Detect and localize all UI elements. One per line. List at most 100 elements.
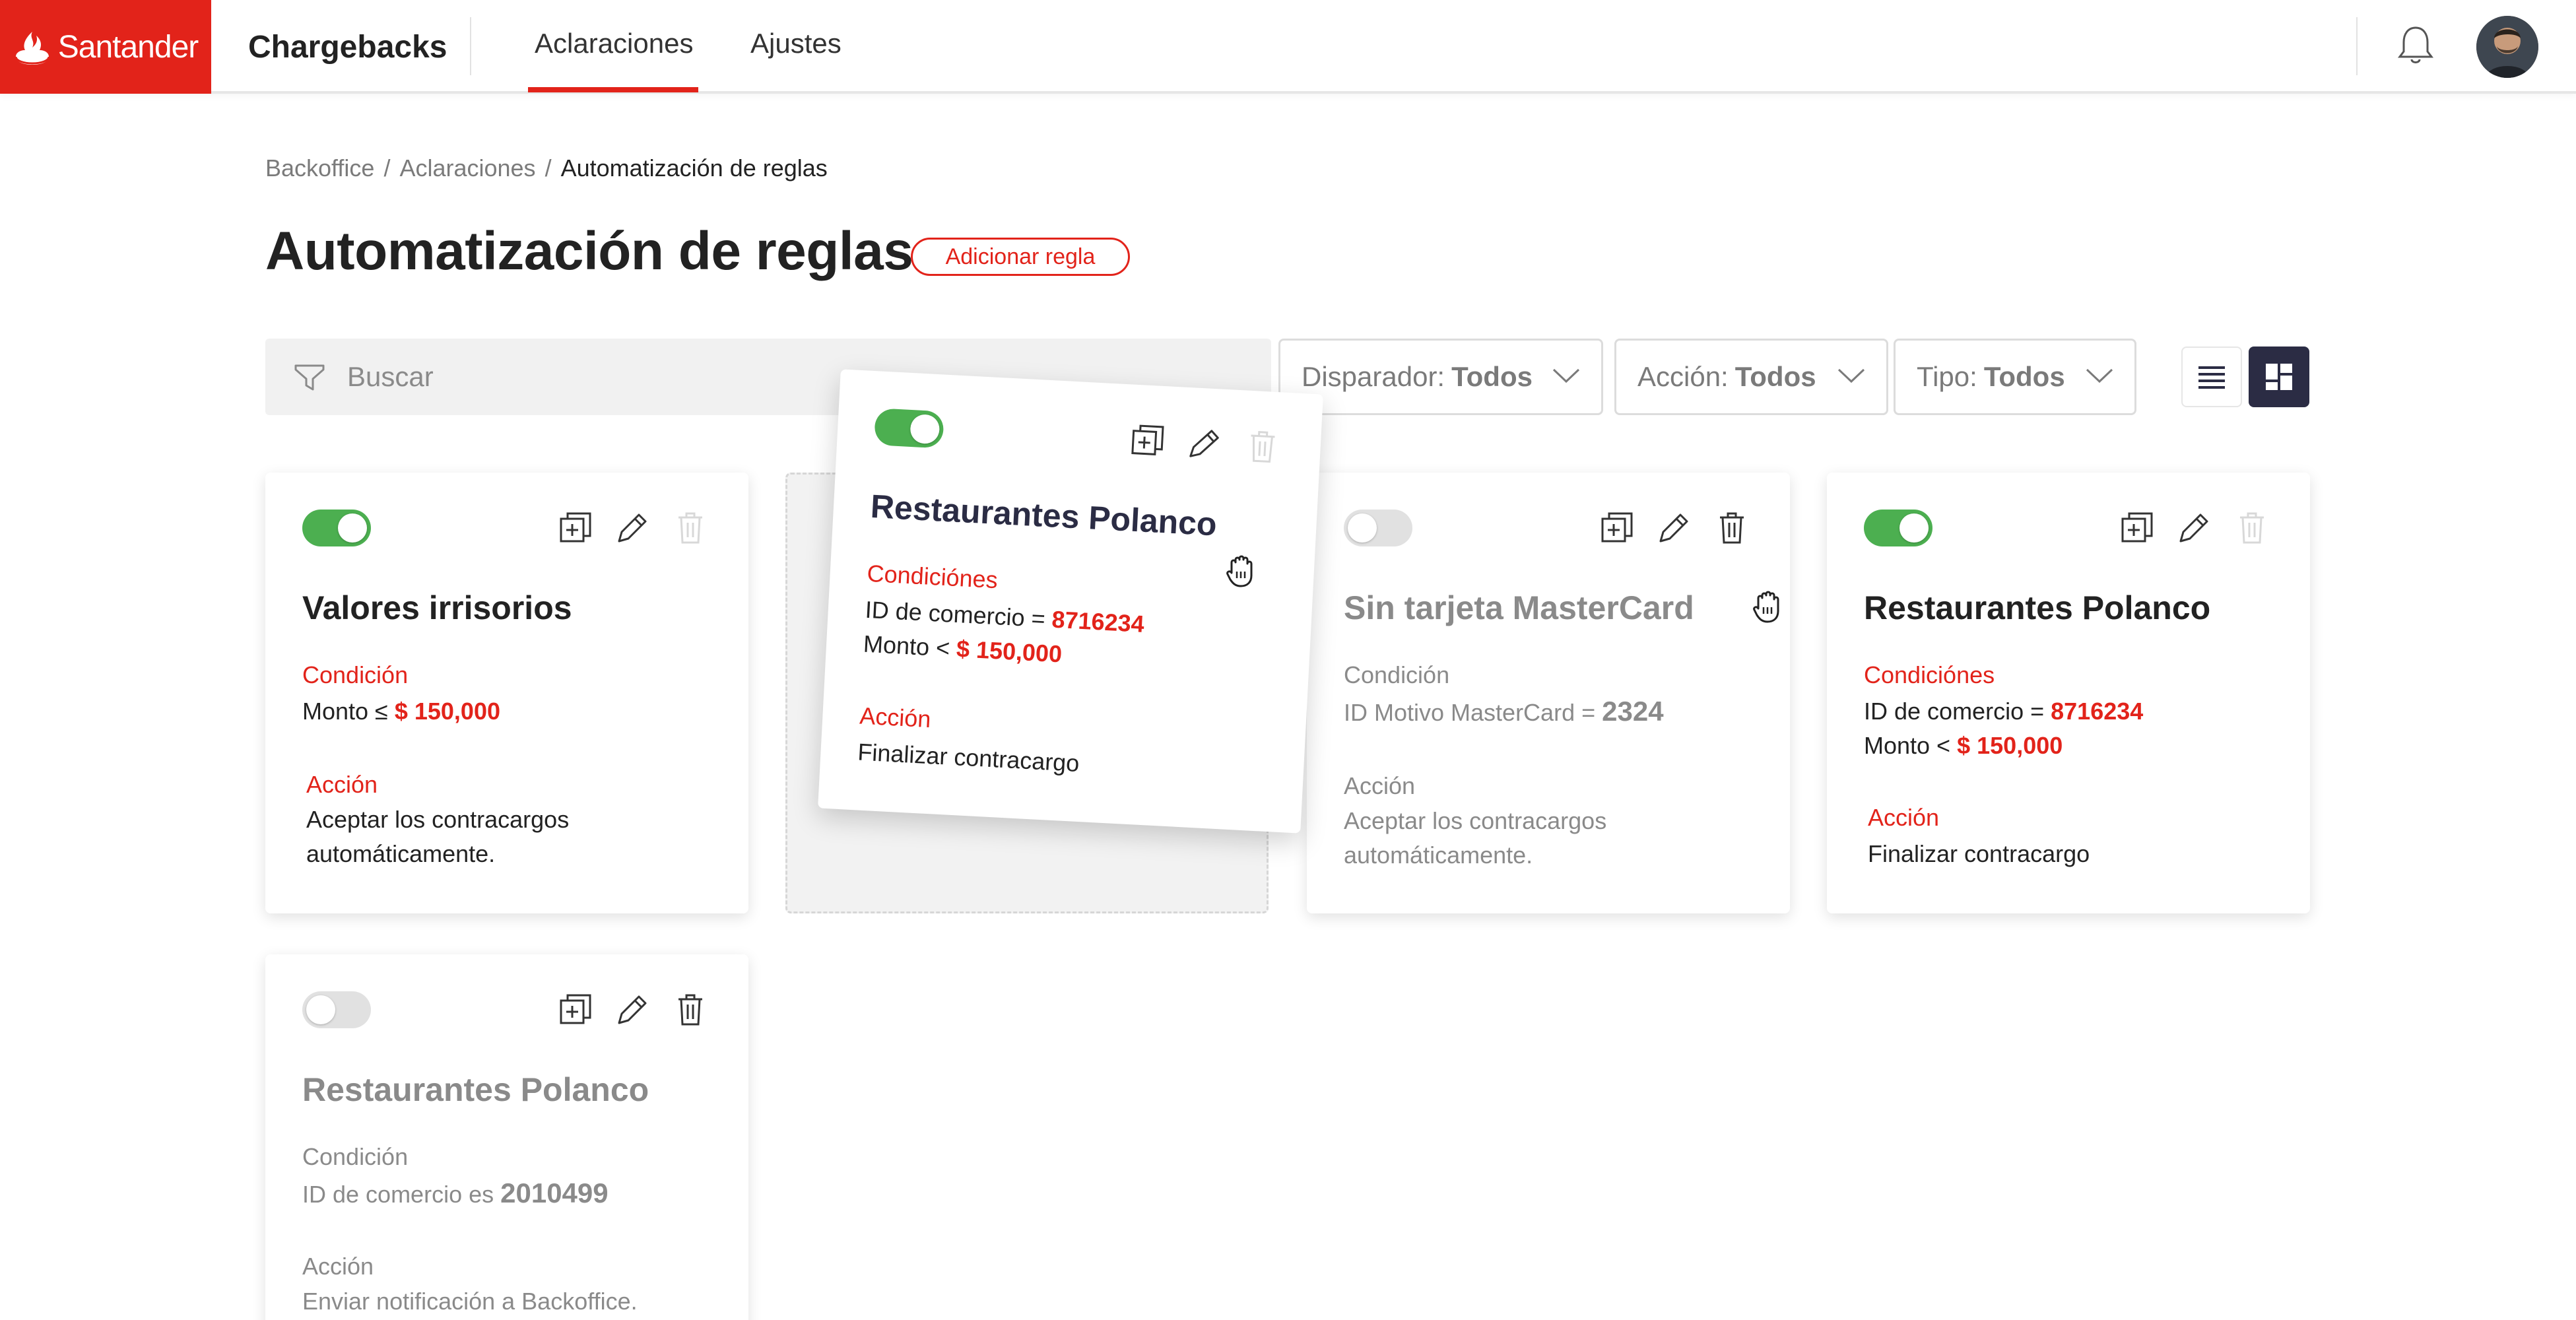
- condition-text: ID Motivo MasterCard = 2324: [1344, 694, 1664, 730]
- toggle-knob: [909, 413, 941, 445]
- condition-label: Condición: [302, 661, 409, 688]
- app-name: Chargebacks: [248, 30, 447, 65]
- toggle-knob: [1899, 513, 1929, 543]
- chevron-down-icon: [2086, 368, 2113, 383]
- trigger-filter-dropdown[interactable]: Disparador: Todos: [1278, 339, 1603, 415]
- rule-title: Valores irrisorios: [302, 589, 572, 626]
- action-text-line: Aceptar los contracargos: [306, 806, 570, 833]
- tab-ajustes[interactable]: Ajustes: [750, 28, 842, 59]
- rule-card[interactable]: Sin tarjeta MasterCard Condición ID Moti…: [1307, 473, 1790, 913]
- rule-enabled-toggle[interactable]: [1864, 510, 1932, 546]
- chevron-down-icon: [1837, 368, 1865, 383]
- grid-view-button[interactable]: [2249, 346, 2309, 407]
- duplicate-icon[interactable]: [1597, 508, 1637, 548]
- action-text-line: Aceptar los contracargos: [1344, 807, 1607, 834]
- condition-label: Condiciónes: [1864, 661, 1995, 688]
- grab-cursor-icon: [1226, 555, 1253, 587]
- breadcrumb-item-current: Automatización de reglas: [560, 154, 828, 182]
- trash-icon[interactable]: [671, 990, 710, 1030]
- type-filter-dropdown[interactable]: Tipo: Todos: [1894, 339, 2136, 415]
- duplicate-icon[interactable]: [2117, 508, 2157, 548]
- breadcrumb-separator: /: [383, 154, 391, 182]
- condition-operator: Monto ≤: [302, 698, 388, 725]
- header-divider-right: [2356, 17, 2358, 75]
- condition-operator: ID de comercio =: [864, 595, 1046, 633]
- rule-card[interactable]: Restaurantes Polanco Condición ID de com…: [265, 954, 748, 1320]
- rule-enabled-toggle[interactable]: [1344, 510, 1412, 546]
- duplicate-icon[interactable]: [1127, 420, 1168, 461]
- page-title: Automatización de reglas: [265, 221, 913, 281]
- condition-line: Monto < $ 150,000: [1864, 729, 2143, 763]
- type-filter-label: Tipo:: [1917, 361, 1977, 392]
- user-avatar[interactable]: [2476, 16, 2538, 78]
- action-label: Acción: [859, 702, 932, 733]
- condition-text: ID de comercio = 8716234 Monto < $ 150,0…: [1864, 694, 2143, 763]
- trash-icon: [2240, 512, 2264, 544]
- edit-pencil-icon[interactable]: [2174, 508, 2214, 548]
- action-text: Enviar notificación a Backoffice.: [302, 1288, 638, 1315]
- rule-enabled-toggle[interactable]: [302, 510, 371, 546]
- condition-operator: ID Motivo MasterCard =: [1344, 699, 1596, 726]
- search-placeholder: Buscar: [347, 361, 434, 392]
- action-label: Acción: [1344, 772, 1416, 799]
- action-label: Acción: [1868, 804, 1940, 831]
- condition-operator: ID de comercio es: [302, 1181, 494, 1208]
- toggle-knob: [306, 995, 335, 1024]
- list-view-button[interactable]: [2181, 346, 2242, 407]
- trash-icon: [678, 512, 702, 544]
- breadcrumb-item-backoffice[interactable]: Backoffice: [265, 154, 374, 182]
- action-text: Aceptar los contracargos automáticamente…: [1344, 804, 1606, 873]
- toggle-knob: [1348, 513, 1377, 543]
- action-filter-value: Todos: [1734, 361, 1816, 392]
- action-text: Finalizar contracargo: [1868, 840, 2090, 867]
- chevron-down-icon: [1552, 368, 1580, 383]
- header-divider: [470, 17, 471, 75]
- condition-value: $ 150,000: [394, 698, 500, 725]
- condition-value: 2010499: [500, 1177, 609, 1208]
- brand-logo[interactable]: Santander: [0, 0, 211, 94]
- trigger-filter-label: Disparador:: [1302, 361, 1445, 392]
- rule-card[interactable]: Valores irrisorios Condición Monto ≤ $ 1…: [265, 473, 748, 913]
- action-text: Finalizar contracargo: [857, 738, 1080, 777]
- breadcrumb-item-aclaraciones[interactable]: Aclaraciones: [399, 154, 535, 182]
- rule-enabled-toggle[interactable]: [873, 408, 944, 449]
- rule-card-dragging[interactable]: Restaurantes Polanco Condiciónes ID de c…: [818, 369, 1323, 834]
- brand-name: Santander: [57, 29, 199, 65]
- condition-line: ID de comercio = 8716234: [1864, 694, 2143, 729]
- condition-value: $ 150,000: [1957, 732, 2063, 759]
- rule-title: Restaurantes Polanco: [302, 1071, 649, 1108]
- edit-pencil-icon[interactable]: [612, 508, 652, 548]
- top-navigation-bar: Santander Chargebacks Aclaraciones Ajust…: [0, 0, 2576, 94]
- tab-aclaraciones[interactable]: Aclaraciones: [535, 28, 693, 59]
- condition-operator: Monto <: [863, 630, 951, 662]
- condition-value: 8716234: [1051, 605, 1145, 638]
- action-text-line: automáticamente.: [1344, 842, 1533, 869]
- type-filter-value: Todos: [1983, 361, 2065, 392]
- condition-label: Condiciónes: [866, 559, 999, 594]
- edit-pencil-icon[interactable]: [1654, 508, 1694, 548]
- action-filter-label: Acción:: [1637, 361, 1729, 392]
- add-rule-button[interactable]: Adicionar regla: [911, 238, 1130, 276]
- rule-title: Sin tarjeta MasterCard: [1344, 589, 1694, 626]
- edit-pencil-icon[interactable]: [1183, 423, 1225, 465]
- condition-value: 2324: [1602, 696, 1664, 727]
- trash-icon[interactable]: [1712, 508, 1752, 548]
- rule-enabled-toggle[interactable]: [302, 991, 371, 1028]
- duplicate-icon[interactable]: [556, 990, 595, 1030]
- action-label: Acción: [302, 1253, 374, 1280]
- bell-icon[interactable]: [2396, 24, 2435, 67]
- rule-title: Restaurantes Polanco: [869, 487, 1218, 543]
- edit-pencil-icon[interactable]: [612, 990, 652, 1030]
- rule-card[interactable]: Restaurantes Polanco Condiciónes ID de c…: [1827, 473, 2310, 913]
- santander-flame-icon: [15, 32, 50, 65]
- trash-icon: [1251, 431, 1275, 463]
- filter-funnel-icon: [294, 364, 325, 391]
- rule-title: Restaurantes Polanco: [1864, 589, 2211, 626]
- action-filter-dropdown[interactable]: Acción: Todos: [1614, 339, 1888, 415]
- grab-cursor-icon: [1753, 591, 1779, 623]
- condition-text: Monto ≤ $ 150,000: [302, 694, 500, 729]
- duplicate-icon[interactable]: [556, 508, 595, 548]
- condition-text: ID de comercio = 8716234 Monto < $ 150,0…: [863, 593, 1145, 676]
- action-label: Acción: [306, 771, 378, 798]
- condition-text: ID de comercio es 2010499: [302, 1176, 609, 1212]
